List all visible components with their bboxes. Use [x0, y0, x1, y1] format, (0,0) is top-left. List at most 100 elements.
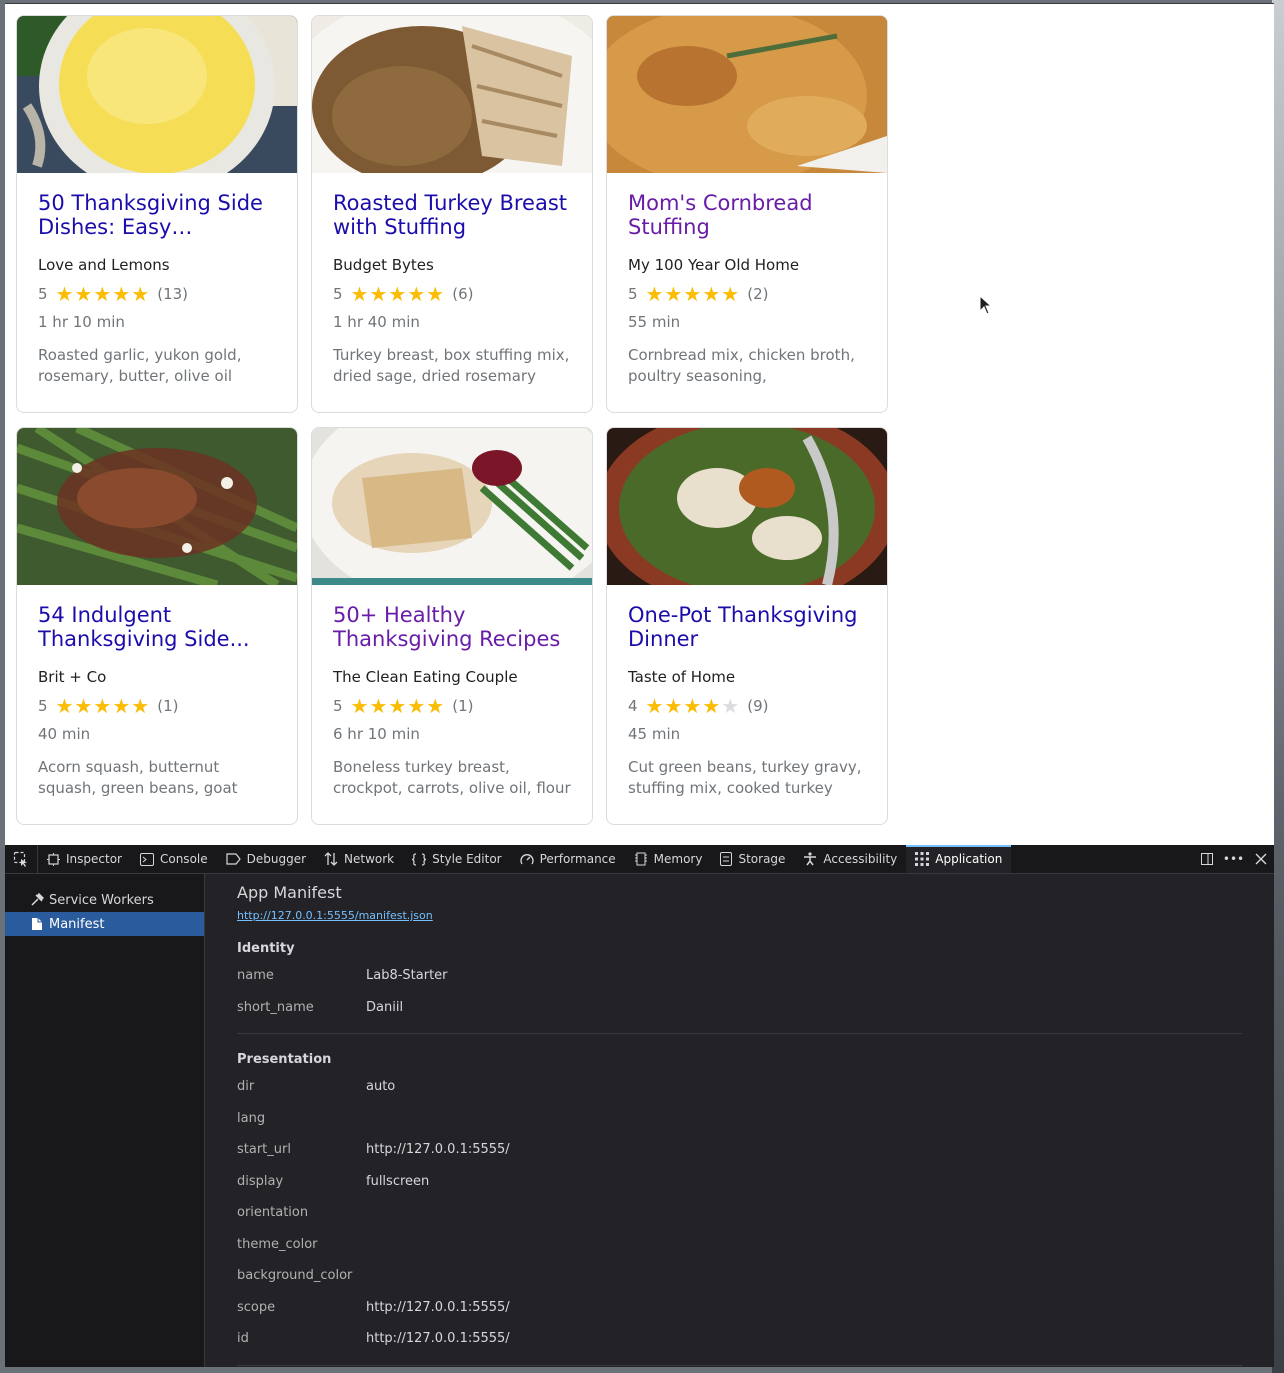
manifest-row-id: id http://127.0.0.1:5555/	[237, 1323, 1242, 1355]
manifest-key: orientation	[237, 1205, 309, 1221]
recipe-card[interactable]: Mom's Cornbread Stuffing My 100 Year Old…	[606, 15, 888, 413]
application-sidebar: Service Workers Manifest	[5, 874, 205, 1367]
manifest-value: http://127.0.0.1:5555/	[366, 1142, 510, 1158]
recipe-time: 55 min	[628, 313, 681, 331]
manifest-row-scope: scope http://127.0.0.1:5555/	[237, 1292, 1242, 1324]
tab-label: Style Editor	[432, 852, 502, 866]
tab-label: Network	[344, 852, 395, 866]
section-divider	[237, 1033, 1242, 1034]
sidebar-item-label: Service Workers	[49, 892, 154, 908]
star-icon: ★	[645, 694, 664, 718]
close-icon[interactable]	[1247, 845, 1274, 873]
performance-icon	[519, 853, 534, 865]
debugger-icon	[226, 853, 241, 865]
manifest-url-link[interactable]: http://127.0.0.1:5555/manifest.json	[237, 909, 433, 922]
tab-network[interactable]: Network	[315, 845, 403, 873]
sidebar-item-manifest[interactable]: Manifest	[5, 912, 204, 936]
recipe-image[interactable]	[17, 428, 297, 585]
recipe-card[interactable]: 50 Thanksgiving Side Dishes: Easy Mashed…	[16, 15, 298, 413]
toolbar-right-controls: •••	[1193, 845, 1274, 873]
dock-toggle-icon[interactable]	[1193, 845, 1220, 873]
rating-stars: ★ ★ ★ ★ ★	[646, 696, 741, 716]
rating-value: 4	[628, 697, 638, 715]
star-icon: ★	[74, 694, 93, 718]
star-icon: ★	[55, 694, 74, 718]
manifest-key: short_name	[237, 999, 314, 1015]
manifest-key: theme_color	[237, 1236, 318, 1252]
review-count: (9)	[747, 697, 769, 715]
star-icon: ★	[350, 282, 369, 306]
recipe-source: My 100 Year Old Home	[628, 256, 800, 274]
recipe-title-link[interactable]: 50 Thanksgiving Side Dishes: Easy Mashed…	[38, 191, 276, 239]
recipe-title-link[interactable]: 54 Indulgent Thanksgiving Side...	[38, 603, 276, 651]
recipe-title-link[interactable]: Roasted Turkey Breast with Stuffing	[333, 191, 571, 239]
element-picker-icon[interactable]	[5, 845, 38, 873]
recipe-ingredients: Cut green beans, turkey gravy, stuffing …	[628, 758, 862, 797]
recipe-rating: 5 ★ ★ ★ ★ ★ (6)	[333, 284, 571, 304]
network-icon	[324, 852, 338, 866]
star-icon: ★	[683, 282, 702, 306]
recipe-image[interactable]	[312, 428, 592, 585]
tab-label: Memory	[653, 852, 703, 866]
manifest-key: lang	[237, 1110, 266, 1126]
rating-stars: ★ ★ ★ ★ ★	[351, 696, 446, 716]
recipe-card[interactable]: Roasted Turkey Breast with Stuffing Budg…	[311, 15, 593, 413]
tab-accessibility[interactable]: Accessibility	[794, 845, 906, 873]
recipe-source: Love and Lemons	[38, 256, 170, 274]
review-count: (13)	[157, 285, 189, 303]
rating-value: 5	[628, 285, 638, 303]
star-icon: ★	[131, 694, 150, 718]
sidebar-item-service-workers[interactable]: Service Workers	[5, 888, 204, 912]
tab-performance[interactable]: Performance	[511, 845, 625, 873]
tab-storage[interactable]: Storage	[711, 845, 794, 873]
section-divider	[237, 1364, 1242, 1366]
recipe-image[interactable]	[17, 16, 297, 173]
tab-inspector[interactable]: Inspector	[38, 845, 131, 873]
devtools-panel: Inspector Console Debugger Network Style Edi…	[5, 845, 1274, 1367]
star-icon: ★	[350, 694, 369, 718]
recipe-card[interactable]: One-Pot Thanksgiving Dinner Taste of Hom…	[606, 427, 888, 825]
review-count: (1)	[452, 697, 474, 715]
star-icon: ★	[721, 694, 740, 718]
tab-memory[interactable]: Memory	[625, 845, 712, 873]
tab-application[interactable]: Application	[906, 845, 1012, 873]
manifest-key: background_color	[237, 1268, 353, 1284]
identity-section: name Lab8-Starter short_name Daniil	[237, 960, 1242, 1023]
recipe-rating: 4 ★ ★ ★ ★ ★ (9)	[628, 696, 866, 716]
star-icon: ★	[112, 282, 131, 306]
recipe-image[interactable]	[607, 428, 887, 585]
recipe-title-link[interactable]: 50+ Healthy Thanksgiving Recipes	[333, 603, 571, 651]
star-icon: ★	[388, 694, 407, 718]
star-icon: ★	[702, 694, 721, 718]
recipe-card[interactable]: 54 Indulgent Thanksgiving Side... Brit +…	[16, 427, 298, 825]
star-icon: ★	[74, 282, 93, 306]
recipe-card[interactable]: 50+ Healthy Thanksgiving Recipes The Cle…	[311, 427, 593, 825]
recipe-source: Taste of Home	[628, 668, 736, 686]
rating-stars: ★ ★ ★ ★ ★	[56, 284, 151, 304]
recipe-image[interactable]	[312, 16, 592, 173]
star-icon: ★	[112, 694, 131, 718]
more-options-icon[interactable]: •••	[1220, 845, 1247, 873]
style-editor-icon	[412, 852, 427, 866]
star-icon: ★	[93, 282, 112, 306]
devtools-tab-list: Inspector Console Debugger Network Style Edi…	[38, 845, 1012, 873]
panel-title: App Manifest	[237, 883, 342, 902]
manifest-value: Lab8-Starter	[366, 968, 448, 984]
console-icon	[139, 852, 154, 866]
manifest-key: id	[237, 1331, 249, 1347]
recipe-image[interactable]	[607, 16, 887, 173]
recipe-title-link[interactable]: One-Pot Thanksgiving Dinner	[628, 603, 866, 651]
manifest-row-orientation: orientation	[237, 1197, 1242, 1229]
tab-debugger[interactable]: Debugger	[217, 845, 315, 873]
tab-label: Console	[159, 852, 208, 866]
rating-stars: ★ ★ ★ ★ ★	[646, 284, 741, 304]
recipe-time: 40 min	[38, 725, 91, 743]
tab-style-editor[interactable]: Style Editor	[403, 845, 510, 873]
rating-value: 5	[333, 285, 343, 303]
recipe-ingredients: Roasted garlic, yukon gold, rosemary, bu…	[38, 346, 242, 385]
file-icon	[29, 917, 45, 931]
recipe-title-link[interactable]: Mom's Cornbread Stuffing	[628, 191, 866, 239]
tab-console[interactable]: Console	[131, 845, 217, 873]
accessibility-icon	[803, 852, 817, 866]
manifest-value: fullscreen	[366, 1173, 430, 1189]
